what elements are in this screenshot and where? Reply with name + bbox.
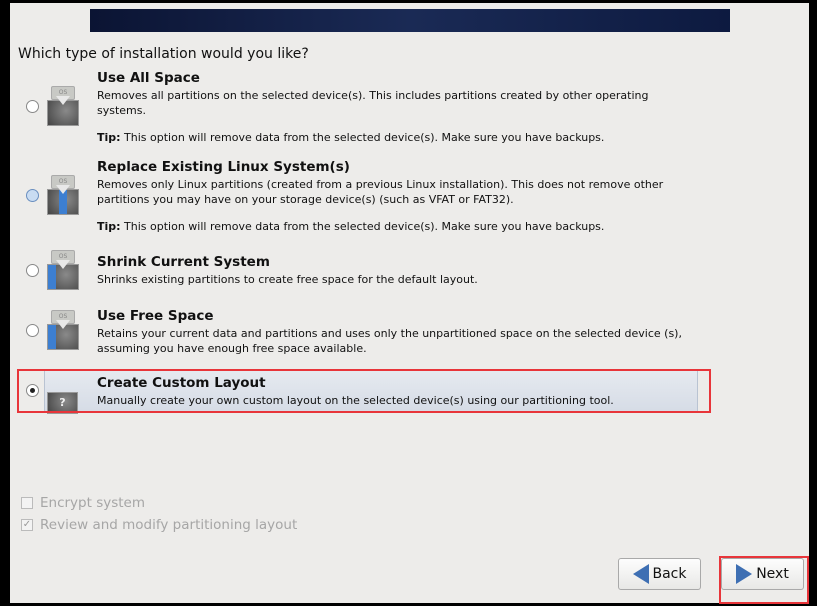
back-arrow-icon [632, 564, 649, 584]
header-banner [90, 9, 730, 32]
disk-free-space-icon: OS [47, 310, 79, 350]
option-title: Use Free Space [97, 308, 214, 324]
option-replace-linux[interactable]: Replace Existing Linux System(s) Removes… [97, 159, 697, 233]
option-tip: Tip: This option will remove data from t… [97, 220, 605, 233]
back-button[interactable]: Back [618, 558, 701, 590]
disk-replace-icon: OS [47, 175, 79, 215]
encrypt-system-label: Encrypt system [40, 495, 146, 511]
back-label: Back [652, 566, 687, 582]
option-description: Retains your current data and partitions… [97, 327, 682, 355]
option-use-all-space[interactable]: Use All Space Removes all partitions on … [97, 70, 697, 144]
review-layout-label: Review and modify partitioning layout [40, 517, 298, 533]
highlight-box [719, 556, 809, 604]
radio-use-all-space[interactable] [26, 100, 39, 113]
page-question: Which type of installation would you lik… [18, 46, 309, 62]
option-title: Shrink Current System [97, 254, 270, 270]
option-description: Shrinks existing partitions to create fr… [97, 273, 478, 286]
option-tip: Tip: This option will remove data from t… [97, 131, 605, 144]
encrypt-system-checkbox[interactable] [21, 497, 33, 509]
option-shrink-current[interactable]: Shrink Current System Shrinks existing p… [97, 254, 697, 287]
disk-erase-icon: OS [47, 86, 79, 126]
option-use-free-space[interactable]: Use Free Space Retains your current data… [97, 308, 697, 356]
highlight-box [17, 369, 711, 413]
option-title: Replace Existing Linux System(s) [97, 159, 350, 175]
option-description: Removes all partitions on the selected d… [97, 89, 649, 117]
disk-shrink-icon: OS [47, 250, 79, 290]
option-description: Removes only Linux partitions (created f… [97, 178, 664, 206]
radio-replace-linux[interactable] [26, 189, 39, 202]
installer-window: Which type of installation would you lik… [10, 3, 809, 604]
radio-shrink-current[interactable] [26, 264, 39, 277]
radio-use-free-space[interactable] [26, 324, 39, 337]
review-layout-checkbox[interactable]: ✓ [21, 519, 33, 531]
option-title: Use All Space [97, 70, 200, 86]
